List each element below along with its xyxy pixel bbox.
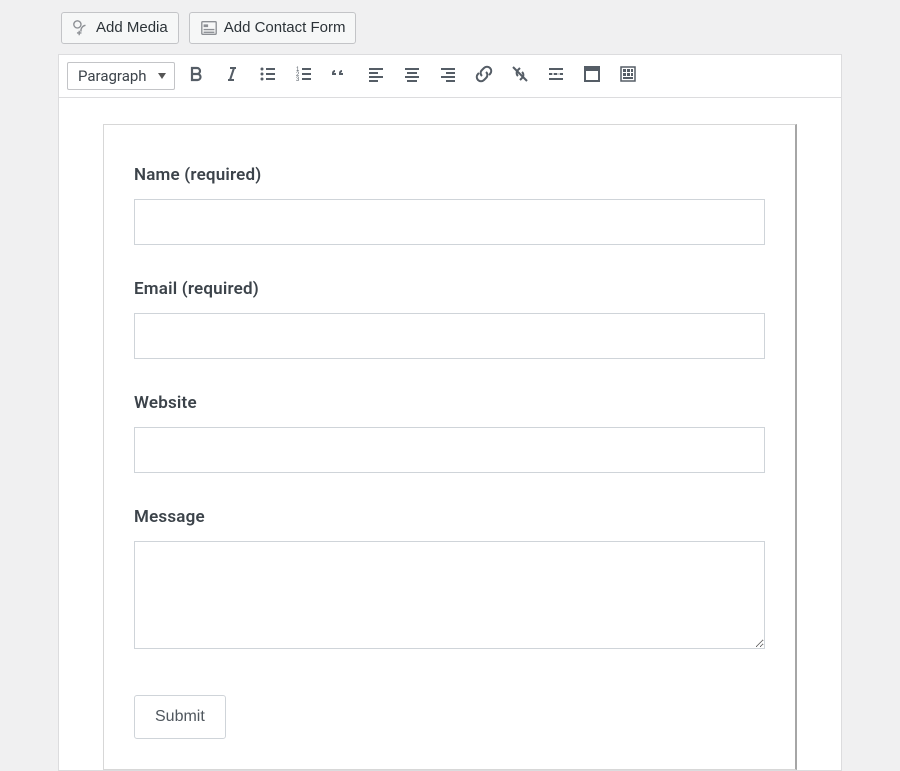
link-icon [474, 64, 494, 87]
fullscreen-icon [582, 64, 602, 87]
email-input[interactable] [134, 313, 765, 359]
name-input[interactable] [134, 199, 765, 245]
format-dropdown[interactable]: Paragraph [67, 62, 175, 90]
add-media-button[interactable]: Add Media [61, 12, 179, 44]
toolbar-toggle-icon [618, 64, 638, 87]
bullet-list-icon [258, 64, 278, 87]
contact-form-block: Name (required) Email (required) Website… [103, 124, 797, 770]
media-icon [72, 19, 90, 37]
svg-text:3: 3 [296, 77, 300, 83]
editor-content-area[interactable]: Name (required) Email (required) Website… [58, 97, 842, 771]
quote-icon [330, 64, 350, 87]
bullet-list-button[interactable] [253, 61, 283, 91]
italic-icon [222, 64, 242, 87]
blockquote-button[interactable] [325, 61, 355, 91]
message-field-group: Message [134, 507, 765, 653]
website-field-group: Website [134, 393, 765, 473]
website-label: Website [134, 393, 765, 413]
add-contact-form-label: Add Contact Form [224, 18, 346, 38]
name-field-group: Name (required) [134, 165, 765, 245]
email-field-group: Email (required) [134, 279, 765, 359]
submit-button[interactable]: Submit [134, 695, 226, 739]
bold-icon [186, 64, 206, 87]
message-textarea[interactable] [134, 541, 765, 649]
website-input[interactable] [134, 427, 765, 473]
align-right-icon [438, 64, 458, 87]
add-media-label: Add Media [96, 18, 168, 38]
numbered-list-icon: 123 [294, 64, 314, 87]
add-contact-form-button[interactable]: Add Contact Form [189, 12, 357, 44]
email-label: Email (required) [134, 279, 765, 299]
align-left-icon [366, 64, 386, 87]
link-button[interactable] [469, 61, 499, 91]
message-label: Message [134, 507, 765, 527]
fullscreen-button[interactable] [577, 61, 607, 91]
unlink-icon [510, 64, 530, 87]
read-more-icon [546, 64, 566, 87]
name-label: Name (required) [134, 165, 765, 185]
format-dropdown-value: Paragraph [78, 67, 147, 85]
editor-top-buttons: Add Media Add Contact Form [58, 0, 842, 54]
align-right-button[interactable] [433, 61, 463, 91]
align-left-button[interactable] [361, 61, 391, 91]
align-center-button[interactable] [397, 61, 427, 91]
bold-button[interactable] [181, 61, 211, 91]
numbered-list-button[interactable]: 123 [289, 61, 319, 91]
read-more-button[interactable] [541, 61, 571, 91]
italic-button[interactable] [217, 61, 247, 91]
editor-toolbar: Paragraph 123 [58, 54, 842, 97]
unlink-button[interactable] [505, 61, 535, 91]
align-center-icon [402, 64, 422, 87]
toolbar-toggle-button[interactable] [613, 61, 643, 91]
form-icon [200, 19, 218, 37]
